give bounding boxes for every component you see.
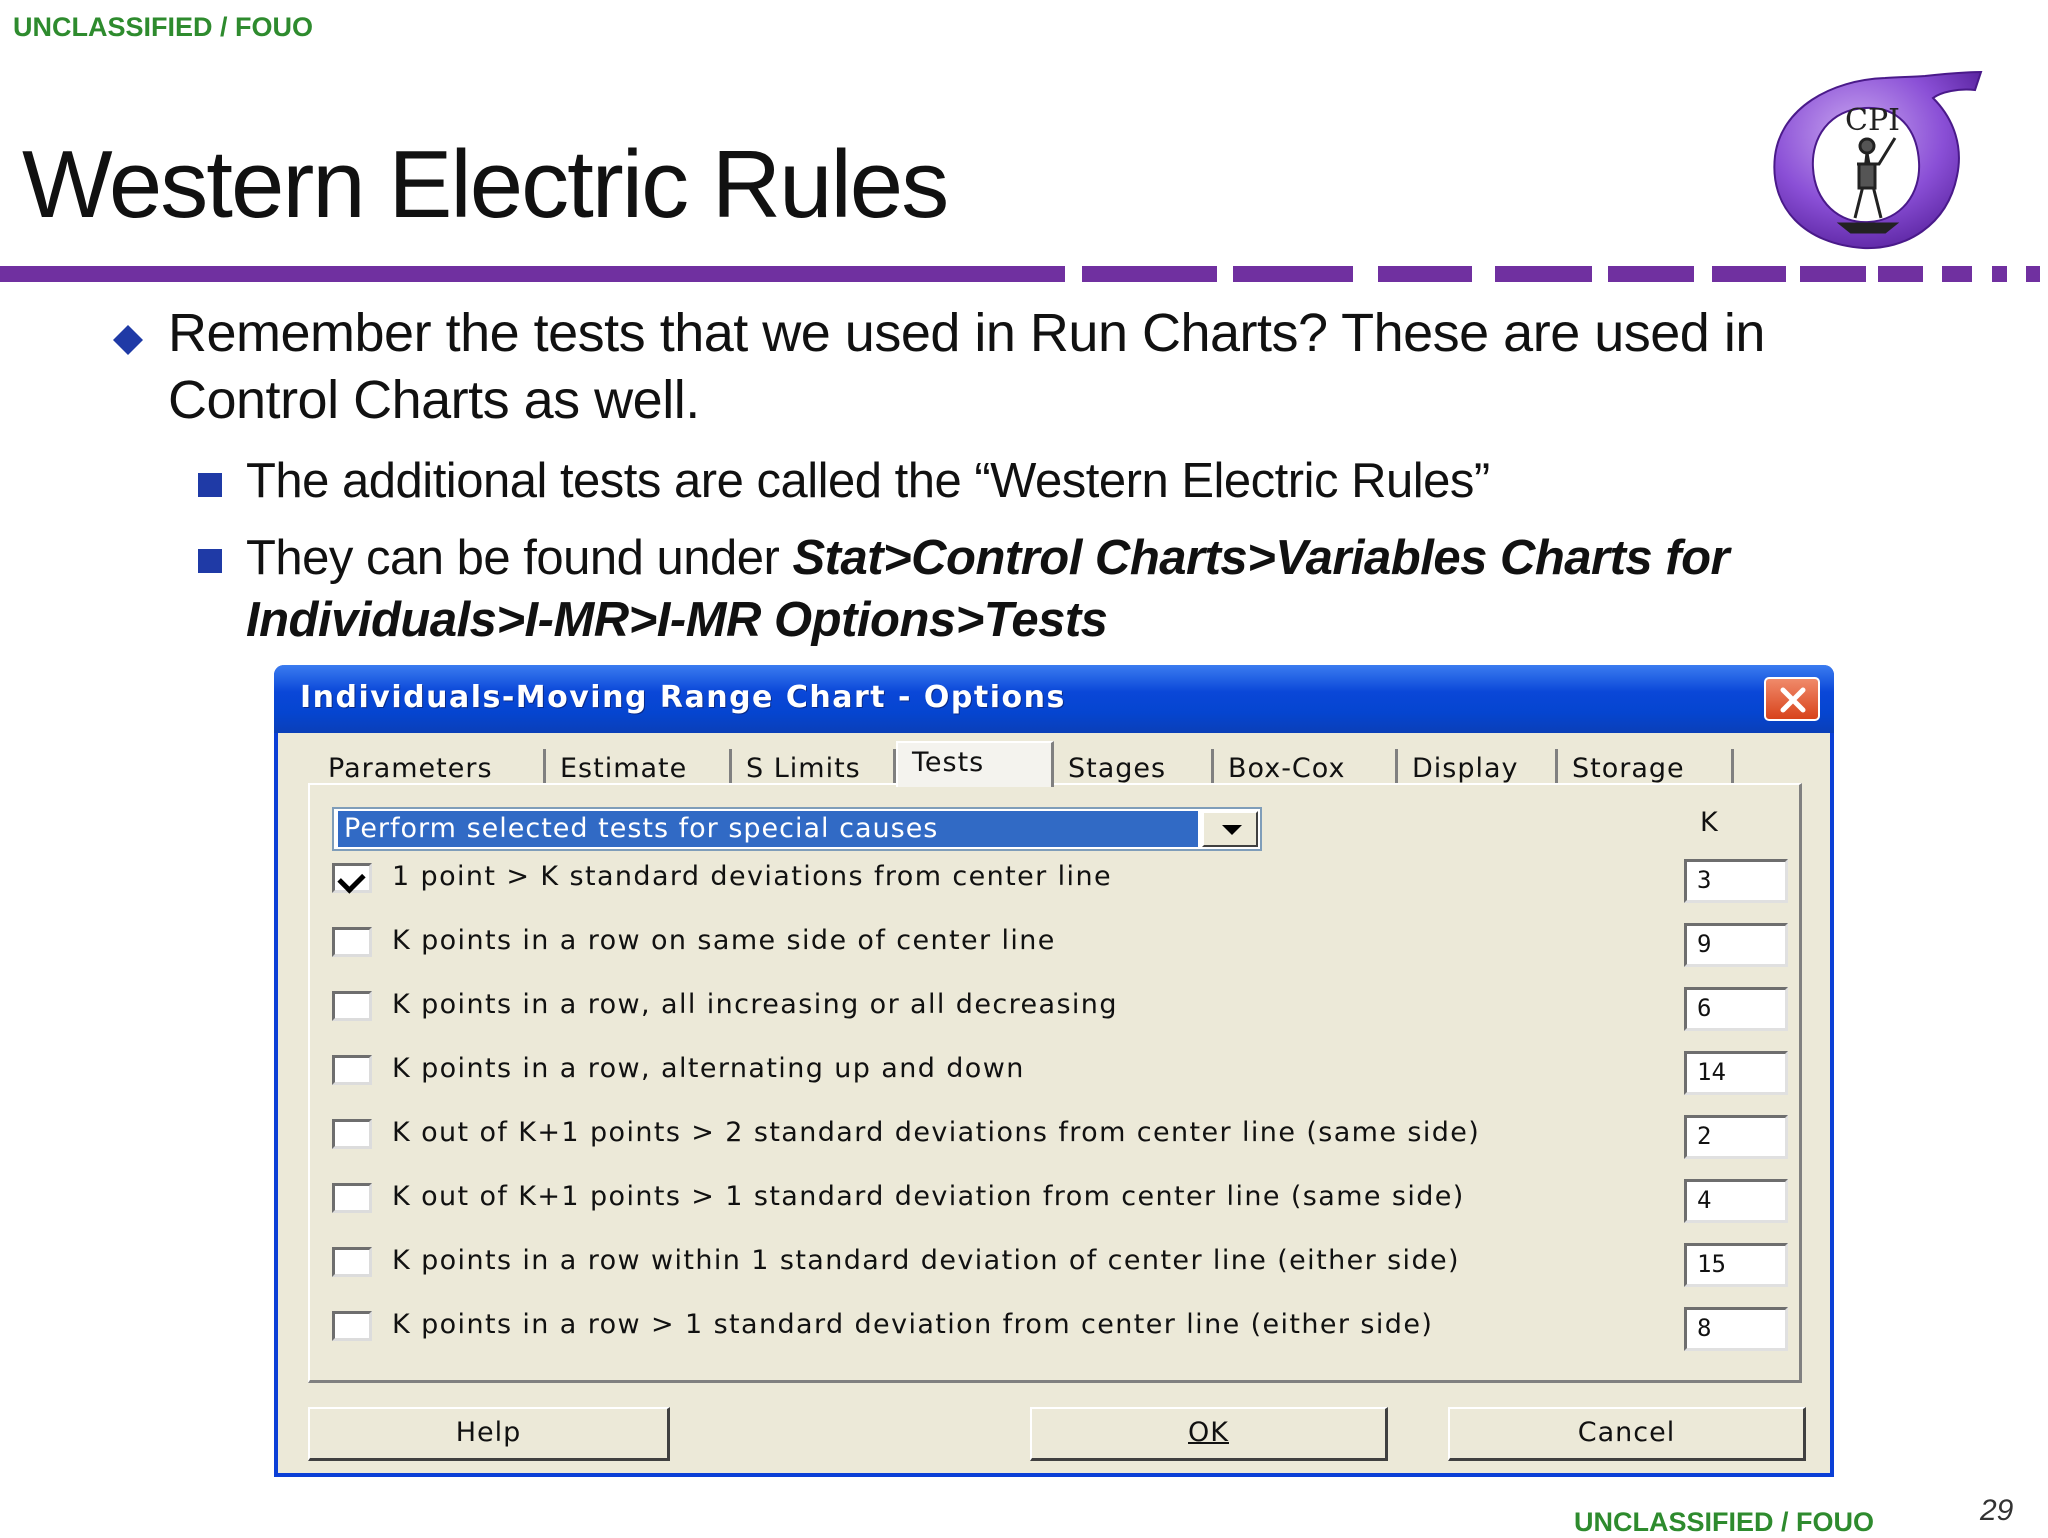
test-row-7: K points in a row within 1 standard devi… xyxy=(332,1243,1792,1287)
logo-letters: CPI xyxy=(1845,103,1900,138)
test-4-checkbox[interactable] xyxy=(332,1055,372,1085)
dialog-titlebar[interactable]: Individuals-Moving Range Chart - Options xyxy=(274,665,1834,733)
cpi-logo-icon: CPI xyxy=(1773,70,1983,250)
test-1-label: 1 point > K standard deviations from cen… xyxy=(392,861,1112,892)
test-row-2: K points in a row on same side of center… xyxy=(332,923,1792,967)
test-1-checkbox[interactable] xyxy=(332,863,372,893)
chevron-down-icon[interactable] xyxy=(1202,811,1258,847)
tab-stages[interactable]: Stages xyxy=(1054,749,1214,785)
options-dialog: Individuals-Moving Range Chart - Options… xyxy=(274,665,1834,1477)
ok-button[interactable]: OK xyxy=(1030,1407,1388,1461)
tab-parameters[interactable]: Parameters xyxy=(314,749,546,785)
test-3-checkbox[interactable] xyxy=(332,991,372,1021)
test-8-k-input[interactable]: 8 xyxy=(1684,1307,1788,1351)
test-1-k-input[interactable]: 3 xyxy=(1684,859,1788,903)
diamond-bullet-icon xyxy=(113,325,143,355)
test-7-label: K points in a row within 1 standard devi… xyxy=(392,1245,1460,1276)
classification-banner-bottom: UNCLASSIFIED / FOUO xyxy=(1574,1507,1875,1537)
test-row-4: K points in a row, alternating up and do… xyxy=(332,1051,1792,1095)
bullet-run-charts: Remember the tests that we used in Run C… xyxy=(168,303,1765,430)
dialog-title: Individuals-Moving Range Chart - Options xyxy=(300,680,1066,715)
test-2-checkbox[interactable] xyxy=(332,927,372,957)
tab-storage[interactable]: Storage xyxy=(1558,749,1734,785)
test-6-label: K out of K+1 points > 1 standard deviati… xyxy=(392,1181,1465,1212)
test-row-3: K points in a row, all increasing or all… xyxy=(332,987,1792,1031)
tab-tests[interactable]: Tests xyxy=(896,741,1054,787)
bullet-menu-path-prefix: They can be found under xyxy=(246,531,793,585)
test-3-label: K points in a row, all increasing or all… xyxy=(392,989,1118,1020)
test-6-k-input[interactable]: 4 xyxy=(1684,1179,1788,1223)
test-7-checkbox[interactable] xyxy=(332,1247,372,1277)
help-button[interactable]: Help xyxy=(308,1407,670,1461)
test-8-checkbox[interactable] xyxy=(332,1311,372,1341)
test-2-k-input[interactable]: 9 xyxy=(1684,923,1788,967)
cancel-button[interactable]: Cancel xyxy=(1448,1407,1806,1461)
bullet-menu-path: They can be found under Stat>Control Cha… xyxy=(246,527,2006,651)
test-3-k-input[interactable]: 6 xyxy=(1684,987,1788,1031)
test-8-label: K points in a row > 1 standard deviation… xyxy=(392,1309,1434,1340)
test-row-1: 1 point > K standard deviations from cen… xyxy=(332,859,1792,903)
tab-display[interactable]: Display xyxy=(1398,749,1558,785)
test-7-k-input[interactable]: 15 xyxy=(1684,1243,1788,1287)
test-row-8: K points in a row > 1 standard deviation… xyxy=(332,1307,1792,1351)
tests-panel: Perform selected tests for special cause… xyxy=(308,783,1802,1383)
square-bullet-icon xyxy=(198,549,222,573)
close-button[interactable] xyxy=(1764,677,1820,721)
test-row-5: K out of K+1 points > 2 standard deviati… xyxy=(332,1115,1792,1159)
tests-mode-dropdown[interactable]: Perform selected tests for special cause… xyxy=(332,807,1262,851)
classification-banner-top: UNCLASSIFIED / FOUO xyxy=(13,12,314,42)
page-number: 29 xyxy=(1980,1494,2014,1527)
tab-estimate[interactable]: Estimate xyxy=(546,749,732,785)
test-5-k-input[interactable]: 2 xyxy=(1684,1115,1788,1159)
test-row-6: K out of K+1 points > 1 standard deviati… xyxy=(332,1179,1792,1223)
title-divider xyxy=(0,266,2048,282)
tests-mode-value: Perform selected tests for special cause… xyxy=(338,811,1198,847)
slide-title: Western Electric Rules xyxy=(22,131,949,238)
bullet-western-electric: The additional tests are called the “Wes… xyxy=(246,454,1490,508)
close-icon xyxy=(1780,687,1806,713)
test-5-label: K out of K+1 points > 2 standard deviati… xyxy=(392,1117,1481,1148)
test-2-label: K points in a row on same side of center… xyxy=(392,925,1056,956)
tab-box-cox[interactable]: Box-Cox xyxy=(1214,749,1398,785)
square-bullet-icon xyxy=(198,473,222,497)
test-4-label: K points in a row, alternating up and do… xyxy=(392,1053,1025,1084)
svg-text:CPI: CPI xyxy=(1845,103,1900,138)
test-6-checkbox[interactable] xyxy=(332,1183,372,1213)
tab-s-limits[interactable]: S Limits xyxy=(732,749,896,785)
k-column-header: K xyxy=(1700,807,1718,838)
test-5-checkbox[interactable] xyxy=(332,1119,372,1149)
test-4-k-input[interactable]: 14 xyxy=(1684,1051,1788,1095)
